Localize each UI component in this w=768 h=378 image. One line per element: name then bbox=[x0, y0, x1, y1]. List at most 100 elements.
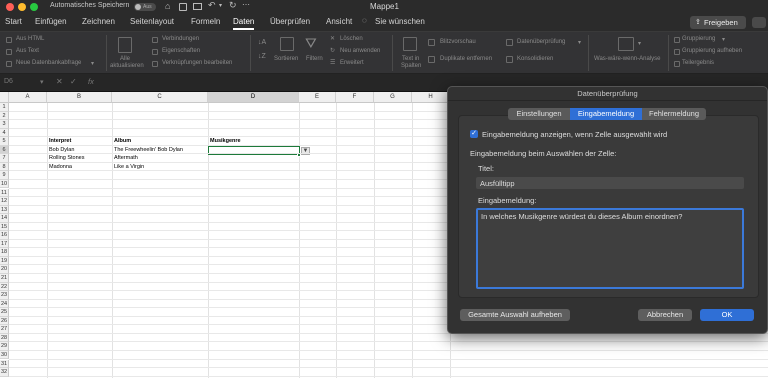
blitzvorschau-button[interactable]: Blitzvorschau bbox=[440, 39, 476, 45]
cancel-entry-icon[interactable]: ✕ bbox=[56, 77, 63, 86]
duplikate-entfernen-button[interactable]: Duplikate entfernen bbox=[440, 56, 492, 62]
row-header[interactable]: 27 bbox=[0, 325, 9, 334]
select-all-corner[interactable] bbox=[0, 92, 9, 103]
row-header[interactable]: 17 bbox=[0, 239, 9, 249]
neu-anwenden-button[interactable]: Neu anwenden bbox=[340, 48, 380, 54]
redo-icon[interactable]: ↻ bbox=[229, 0, 237, 11]
gruppierung-button[interactable]: Gruppierung bbox=[682, 36, 715, 42]
row-header[interactable]: 16 bbox=[0, 231, 9, 240]
message-textarea[interactable]: In welches Musikgenre würdest du dieses … bbox=[476, 208, 744, 289]
column-header-f[interactable]: F bbox=[336, 92, 374, 103]
eigenschaften-button[interactable]: Eigenschaften bbox=[162, 48, 200, 54]
row-header[interactable]: 13 bbox=[0, 205, 9, 215]
aus-html-button[interactable]: Aus HTML bbox=[16, 36, 44, 42]
row-header[interactable]: 32 bbox=[0, 368, 9, 377]
share-button[interactable]: ⇪ Freigeben bbox=[690, 16, 746, 29]
row-header[interactable]: 21 bbox=[0, 274, 9, 283]
more-icon[interactable]: ⋯ bbox=[242, 0, 250, 9]
datenueberpruefung-button[interactable]: Datenüberprüfung bbox=[517, 39, 565, 45]
row-header[interactable]: 15 bbox=[0, 222, 9, 232]
row-header[interactable]: 9 bbox=[0, 171, 9, 180]
column-header-d[interactable]: D bbox=[208, 92, 299, 103]
erweitert-button[interactable]: Erweitert bbox=[340, 60, 364, 66]
alle-aktualisieren-label-2[interactable]: aktualisieren bbox=[110, 63, 144, 69]
loeschen-button[interactable]: Löschen bbox=[340, 36, 363, 42]
text-in-spalten-label-1[interactable]: Text in bbox=[402, 56, 419, 62]
column-header-g[interactable]: G bbox=[374, 92, 412, 103]
ok-button[interactable]: OK bbox=[700, 309, 754, 321]
tab-einfuegen[interactable]: Einfügen bbox=[35, 17, 67, 26]
clear-all-button[interactable]: Gesamte Auswahl aufheben bbox=[460, 309, 570, 321]
row-header[interactable]: 28 bbox=[0, 333, 9, 343]
column-header-h[interactable]: H bbox=[412, 92, 450, 103]
row-header[interactable]: 6 bbox=[0, 145, 9, 155]
row-header[interactable]: 14 bbox=[0, 214, 9, 223]
row-header[interactable]: 23 bbox=[0, 291, 9, 300]
close-window-button[interactable] bbox=[6, 3, 14, 11]
tab-einstellungen[interactable]: Einstellungen bbox=[508, 108, 570, 120]
row-header[interactable]: 20 bbox=[0, 265, 9, 274]
undo-dropdown-icon[interactable]: ▾ bbox=[219, 2, 222, 9]
was-waere-wenn-button[interactable]: Was-wäre-wenn-Analyse bbox=[594, 56, 660, 62]
row-header[interactable]: 26 bbox=[0, 316, 9, 326]
alle-aktualisieren-label-1[interactable]: Alle bbox=[120, 56, 130, 62]
konsolidieren-button[interactable]: Konsolidieren bbox=[517, 56, 553, 62]
fx-icon[interactable]: fx bbox=[88, 77, 94, 86]
sortieren-button[interactable]: Sortieren bbox=[274, 56, 298, 62]
speech-bubble-icon[interactable] bbox=[752, 17, 766, 28]
column-header-c[interactable]: C bbox=[112, 92, 208, 103]
row-header[interactable]: 4 bbox=[0, 128, 9, 138]
column-header-e[interactable]: E bbox=[299, 92, 336, 103]
row-header[interactable]: 29 bbox=[0, 342, 9, 351]
confirm-entry-icon[interactable]: ✓ bbox=[70, 77, 77, 86]
tab-zeichnen[interactable]: Zeichnen bbox=[82, 17, 115, 26]
name-box-dropdown-icon[interactable]: ▾ bbox=[40, 78, 44, 86]
row-header[interactable]: 8 bbox=[0, 162, 9, 172]
minimize-window-button[interactable] bbox=[18, 3, 26, 11]
row-header[interactable]: 10 bbox=[0, 179, 9, 189]
row-header[interactable]: 7 bbox=[0, 154, 9, 163]
formula-input[interactable] bbox=[102, 76, 442, 89]
cancel-button[interactable]: Abbrechen bbox=[638, 309, 692, 321]
row-header[interactable]: 5 bbox=[0, 137, 9, 146]
tab-eingabemeldung[interactable]: Eingabemeldung bbox=[570, 108, 642, 120]
column-header-b[interactable]: B bbox=[47, 92, 112, 103]
row-header[interactable]: 25 bbox=[0, 308, 9, 317]
tab-ansicht[interactable]: Ansicht bbox=[326, 17, 352, 26]
row-header[interactable]: 19 bbox=[0, 256, 9, 266]
row-header[interactable]: 3 bbox=[0, 120, 9, 129]
text-in-spalten-label-2[interactable]: Spalten bbox=[401, 63, 421, 69]
show-input-message-label[interactable]: Eingabemeldung anzeigen, wenn Zelle ausg… bbox=[482, 130, 667, 139]
gruppierung-aufheben-button[interactable]: Gruppierung aufheben bbox=[682, 48, 742, 54]
filtern-button[interactable]: Filtern bbox=[306, 56, 323, 62]
tab-start[interactable]: Start bbox=[5, 17, 22, 26]
sort-az-icon[interactable]: ↓A bbox=[258, 39, 266, 46]
save-icon[interactable] bbox=[179, 3, 187, 11]
zoom-window-button[interactable] bbox=[30, 3, 38, 11]
show-input-message-checkbox[interactable]: ✓ bbox=[470, 130, 478, 138]
teilergebnis-button[interactable]: Teilergebnis bbox=[682, 60, 714, 66]
verknuepfungen-bearbeiten-button[interactable]: Verknüpfungen bearbeiten bbox=[162, 60, 232, 66]
row-header[interactable]: 2 bbox=[0, 111, 9, 121]
row-header[interactable]: 24 bbox=[0, 299, 9, 309]
tab-formeln[interactable]: Formeln bbox=[191, 17, 220, 26]
row-header[interactable]: 30 bbox=[0, 350, 9, 360]
row-header[interactable]: 1 bbox=[0, 103, 9, 112]
tab-fehlermeldung[interactable]: Fehlermeldung bbox=[642, 108, 706, 120]
title-input[interactable]: Ausfülltipp bbox=[476, 177, 744, 189]
aus-text-button[interactable]: Aus Text bbox=[16, 48, 39, 54]
tab-seitenlayout[interactable]: Seitenlayout bbox=[130, 17, 174, 26]
column-header-a[interactable]: A bbox=[9, 92, 47, 103]
home-icon[interactable]: ⌂ bbox=[165, 1, 170, 11]
verbindungen-button[interactable]: Verbindungen bbox=[162, 36, 199, 42]
autosave-toggle[interactable]: Aus bbox=[134, 3, 156, 11]
row-header[interactable]: 22 bbox=[0, 282, 9, 292]
name-box[interactable]: D6 bbox=[4, 78, 13, 85]
row-header[interactable]: 12 bbox=[0, 197, 9, 206]
row-header[interactable]: 18 bbox=[0, 248, 9, 257]
tab-ueberpruefen[interactable]: Überprüfen bbox=[270, 17, 310, 26]
tab-daten[interactable]: Daten bbox=[233, 17, 255, 30]
row-header[interactable]: 11 bbox=[0, 188, 9, 197]
sort-za-icon[interactable]: ↓Z bbox=[258, 53, 266, 60]
print-icon[interactable] bbox=[193, 3, 202, 10]
